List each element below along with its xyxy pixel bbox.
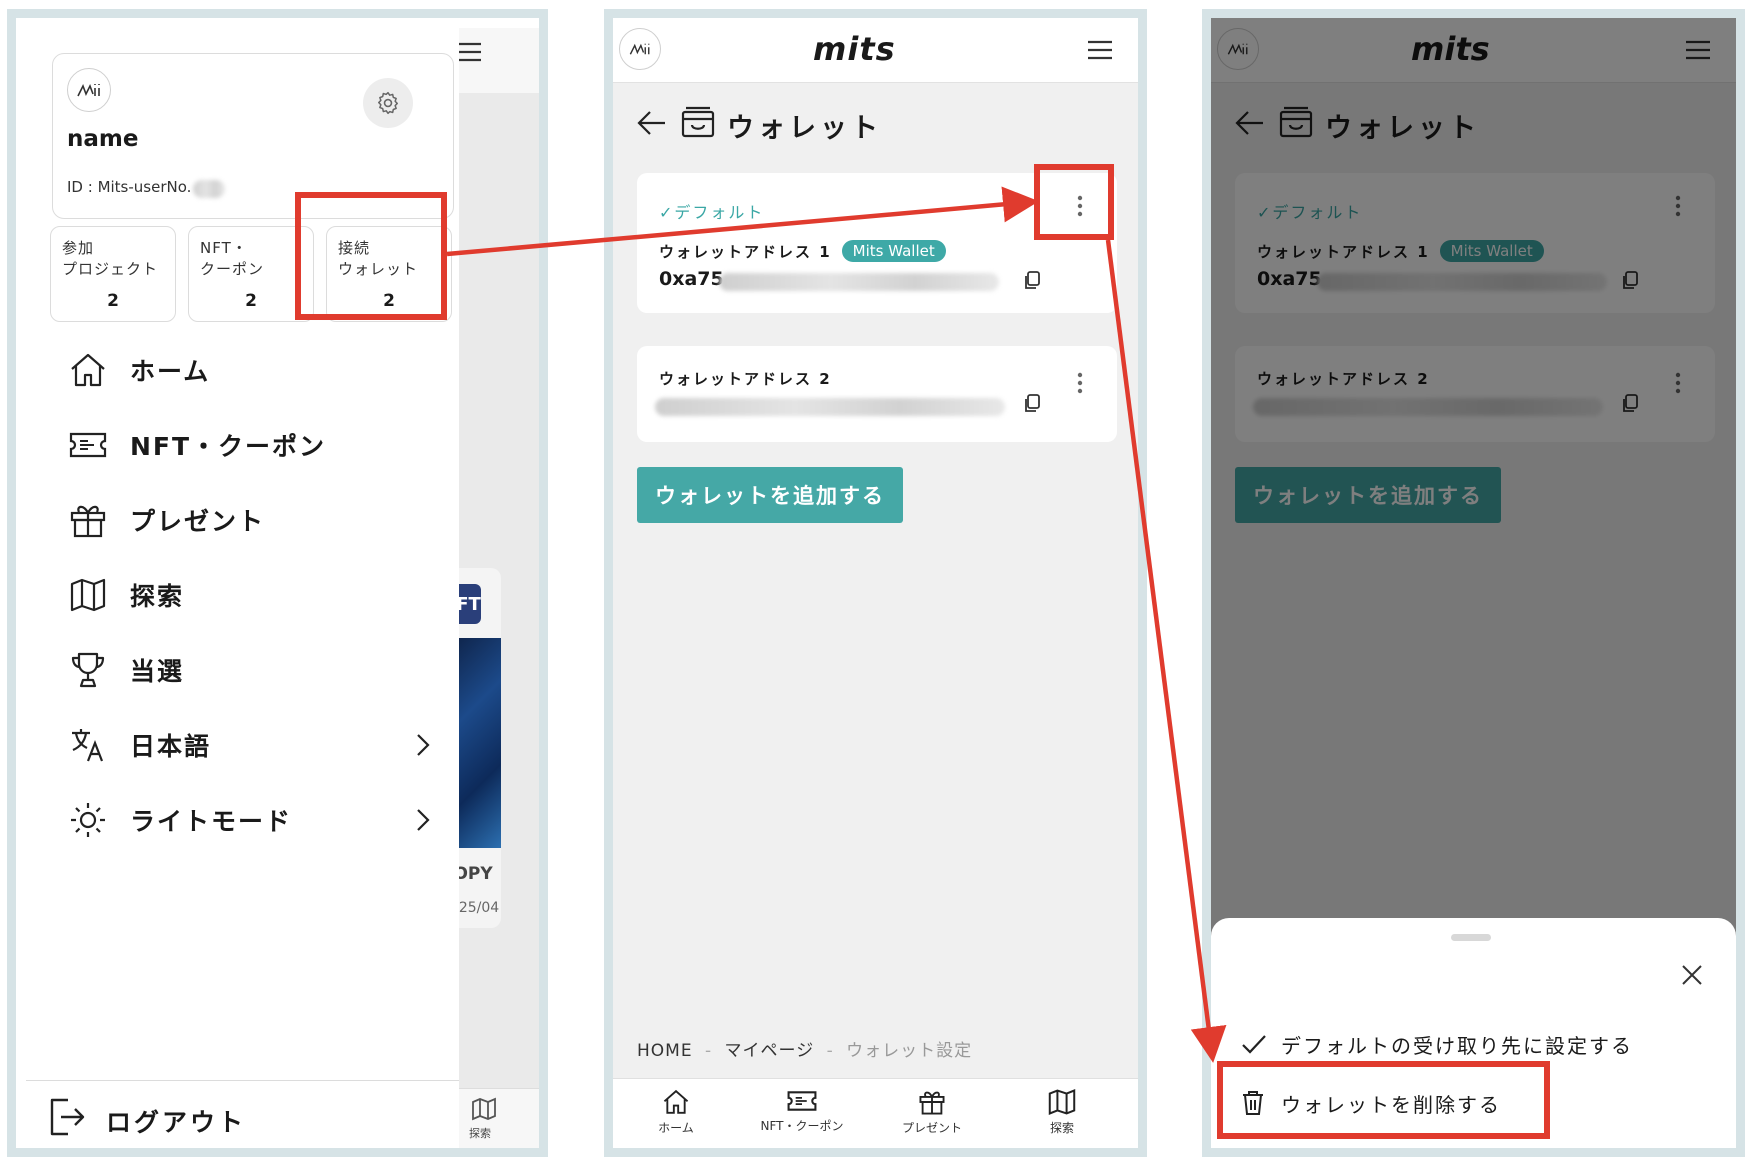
arrow-to-delete-option (1105, 239, 1227, 1063)
annotation-arrows (446, 186, 1227, 1063)
arrow-to-more-menu (446, 186, 1039, 257)
